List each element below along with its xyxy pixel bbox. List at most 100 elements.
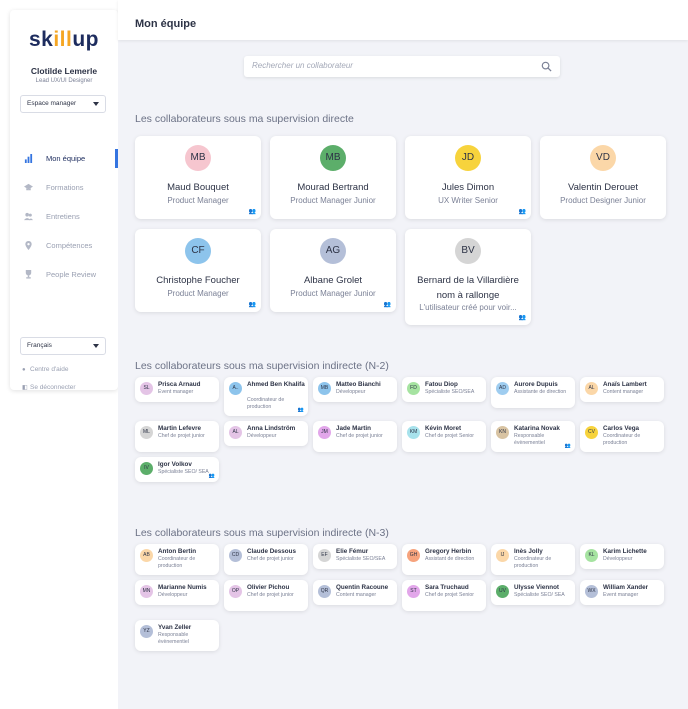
employee-name: Matteo Bianchi (336, 381, 381, 388)
employee-name: Ahmed Ben Khalifa (247, 381, 305, 388)
avatar: UV (496, 585, 509, 598)
employee-card[interactable]: MB Maud Bouquet Product Manager 👥 (135, 136, 261, 219)
employee-card[interactable]: AL Anna Lindström Développeur (224, 421, 308, 446)
logout-link[interactable]: ◧ Se déconnecter (22, 384, 76, 391)
employee-card[interactable]: MB Mourad Bertrand Product Manager Junior (270, 136, 396, 219)
employee-card[interactable]: EF Elie Fémur Spécialiste SEO/SEA (313, 544, 397, 569)
employee-name: Jade Martin (336, 425, 371, 432)
avatar: AL (585, 382, 598, 395)
employee-card[interactable]: GH Gregory Herbin Assistant de direction (402, 544, 486, 575)
employee-card[interactable]: CV Carlos Vega Coordinateur de production (580, 421, 664, 452)
employee-card[interactable]: VD Valentin Derouet Product Designer Junio… (540, 136, 666, 219)
employee-name: Carlos Vega (603, 425, 640, 432)
employee-card[interactable]: ML Martin Lefevre Chef de projet junior (135, 421, 219, 452)
employee-name: Quentin Racoune (336, 584, 389, 591)
avatar: MB (185, 145, 211, 171)
avatar: AB (140, 549, 153, 562)
employee-card[interactable]: BV Bernard de la Villardière nom à rallon… (405, 229, 531, 325)
employee-card[interactable]: AG Albane Grolet Product Manager Junior 👥 (270, 229, 396, 312)
employee-role: Coordinateur de production (514, 556, 552, 569)
employee-name: Elie Fémur (336, 548, 369, 555)
employee-card[interactable]: AD Aurore Dupuis Assistante de direction (491, 377, 575, 408)
skillup-logo[interactable]: skillup (10, 28, 118, 52)
avatar: GH (407, 549, 420, 562)
employee-role: Product Manager Junior (290, 196, 376, 205)
employee-name: Aurore Dupuis (514, 381, 558, 388)
employee-card[interactable]: CF Christophe Foucher Product Manager 👥 (135, 229, 261, 312)
avatar: KN (496, 426, 509, 439)
section-title-n2: Les collaborateurs sous ma supervision i… (135, 360, 389, 372)
employee-name: Sara Truchaud (425, 584, 469, 591)
users-icon (24, 212, 33, 221)
team-icon: 👥 (248, 302, 256, 308)
employee-role: Coordinateur de production (158, 556, 196, 569)
avatar: EF (318, 549, 331, 562)
nav-item-entretiens[interactable]: Entretiens (10, 208, 118, 226)
employee-role: L'utilisateur créé pour voir... (419, 303, 517, 312)
employee-role: Chef de projet junior (247, 592, 294, 598)
employee-card[interactable]: WX William Xander Event manager (580, 580, 664, 605)
nav-label: Entretiens (46, 212, 80, 221)
employee-card[interactable]: JD Jules Dimon UX Writer Senior 👥 (405, 136, 531, 219)
employee-card[interactable]: ST Sara Truchaud Chef de projet Senior (402, 580, 486, 611)
avatar: ST (407, 585, 420, 598)
section-title-n3: Les collaborateurs sous ma supervision i… (135, 527, 389, 539)
help-center-link[interactable]: ● Centre d'aide (22, 366, 68, 373)
nav-item-formations[interactable]: Formations (10, 179, 118, 197)
employee-role: Coordinateur de production (603, 433, 641, 446)
nav-item-people-review[interactable]: People Review (10, 266, 118, 284)
avatar: MB (318, 382, 331, 395)
employee-name: Gregory Herbin (425, 548, 472, 555)
search-input[interactable] (252, 61, 532, 70)
employee-name: Claude Dessous (247, 548, 296, 555)
employee-card[interactable]: MB Matteo Bianchi Développeur (313, 377, 397, 402)
employee-card[interactable]: KL Karim Lichette Développeur (580, 544, 664, 569)
employee-card[interactable]: A.. Ahmed Ben Khalifa Coordinateur de prod… (224, 377, 308, 416)
nav-item-mon-equipe[interactable]: Mon équipe (10, 149, 118, 168)
employee-name: Maud Bouquet (167, 182, 229, 193)
employee-card[interactable]: KM Kévin Moret Chef de projet Senior (402, 421, 486, 452)
nav-label: Formations (46, 183, 84, 192)
avatar: FD (407, 382, 420, 395)
employee-name: Karim Lichette (603, 548, 647, 555)
language-select[interactable]: Français (20, 337, 106, 355)
employee-name: Igor Volkov (158, 461, 192, 468)
employee-role: Chef de projet Senior (425, 433, 475, 439)
employee-card[interactable]: QR Quentin Racoune Content manager (313, 580, 397, 605)
avatar: QR (318, 585, 331, 598)
employee-card[interactable]: AL Anaïs Lambert Content manager (580, 377, 664, 402)
employee-role: Chef de projet junior (158, 433, 205, 439)
employee-role: Spécialiste SEO/SEA (336, 556, 386, 562)
help-icon: ● (22, 367, 26, 373)
main-content: Mon équipe Les collaborateurs sous ma su… (118, 0, 688, 709)
nav-item-competences[interactable]: Compétences (10, 237, 118, 255)
avatar: SL (140, 382, 153, 395)
avatar: VD (590, 145, 616, 171)
employee-card[interactable]: JM Jade Martin Chef de projet junior (313, 421, 397, 452)
employee-card[interactable]: MN Marianne Numis Développeur (135, 580, 219, 605)
employee-role: Product Manager (167, 289, 229, 298)
employee-name: Christophe Foucher (156, 275, 240, 286)
employee-card[interactable]: CD Claude Dessous Chef de projet junior (224, 544, 308, 575)
employee-role: Event manager (603, 592, 639, 598)
employee-card[interactable]: UV Ulysse Viennot Spécialiste SEO/ SEA (491, 580, 575, 605)
employee-card[interactable]: FD Fatou Diop Spécialiste SEO/SEA (402, 377, 486, 402)
employee-card[interactable]: IJ Inès Jolly Coordinateur de production (491, 544, 575, 575)
employee-name: Kévin Moret (425, 425, 462, 432)
search-bar[interactable] (244, 56, 560, 77)
employee-card[interactable]: SL Prisca Arnaud Event manager (135, 377, 219, 402)
employee-role: Product Manager (167, 196, 229, 205)
avatar: CD (229, 549, 242, 562)
employee-card[interactable]: IV Igor Volkov Spécialiste SEO/ SEA 👥 (135, 457, 219, 482)
employee-role: Spécialiste SEO/SEA (425, 389, 475, 395)
employee-name: Olivier Pichou (247, 584, 290, 591)
employee-name: Valentin Derouet (567, 182, 639, 193)
space-select[interactable]: Espace manager (20, 95, 106, 113)
search-icon[interactable] (541, 61, 552, 72)
employee-card[interactable]: AB Anton Bertin Coordinateur de production (135, 544, 219, 575)
logout-icon: ◧ (22, 385, 28, 391)
employee-card[interactable]: YZ Yvan Zeller Responsable évènementiel (135, 620, 219, 651)
employee-card[interactable]: KN Katarina Novak Responsable évènementiel… (491, 421, 575, 452)
employee-card[interactable]: OP Olivier Pichou Chef de projet junior (224, 580, 308, 611)
employee-role: Chef de projet junior (336, 433, 383, 439)
